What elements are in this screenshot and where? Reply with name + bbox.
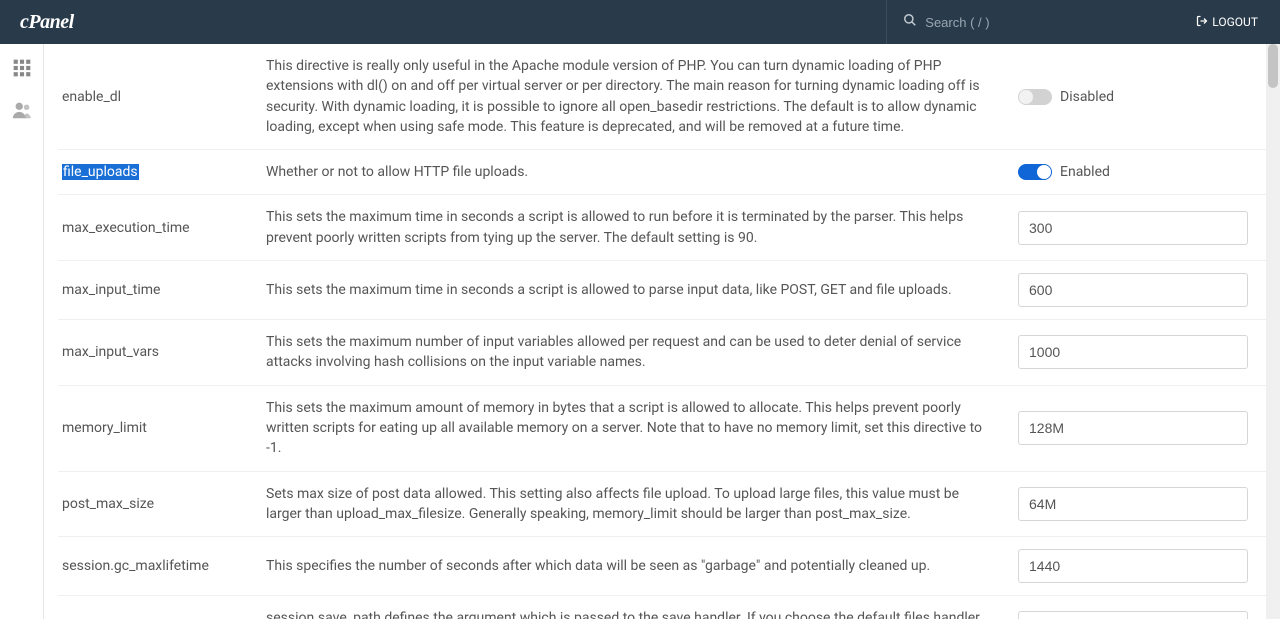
directive-description: Whether or not to allow HTTP file upload… — [266, 162, 1018, 182]
directive-key: memory_limit — [58, 420, 266, 436]
left-sidebar — [0, 44, 44, 619]
directive-row: max_execution_timeThis sets the maximum … — [58, 195, 1266, 261]
directive-input[interactable] — [1018, 211, 1248, 245]
directive-row: enable_dlThis directive is really only u… — [58, 44, 1266, 150]
directive-value — [1018, 549, 1266, 583]
directive-key: session.gc_maxlifetime — [58, 558, 266, 574]
toggle-state-label: Disabled — [1060, 89, 1114, 105]
directive-row: max_input_varsThis sets the maximum numb… — [58, 320, 1266, 386]
directive-value — [1018, 611, 1266, 619]
directive-description: This specifies the number of seconds aft… — [266, 556, 1018, 576]
directive-value — [1018, 411, 1266, 445]
directive-row: session.gc_maxlifetimeThis specifies the… — [58, 537, 1266, 596]
search-input[interactable] — [925, 15, 1170, 30]
directive-description: Sets max size of post data allowed. This… — [266, 484, 1018, 525]
directive-description: This sets the maximum number of input va… — [266, 332, 1018, 373]
directive-key: file_uploads — [58, 164, 266, 180]
directive-description: This sets the maximum time in seconds a … — [266, 280, 1018, 300]
directive-row: session.save_pathsession.save_path defin… — [58, 596, 1266, 619]
directive-row: memory_limitThis sets the maximum amount… — [58, 386, 1266, 472]
directive-row: max_input_timeThis sets the maximum time… — [58, 261, 1266, 320]
apps-grid-icon[interactable] — [10, 56, 34, 80]
directive-key: max_input_time — [58, 282, 266, 298]
directive-value: Enabled — [1018, 164, 1266, 180]
directive-input[interactable] — [1018, 335, 1248, 369]
directive-input[interactable] — [1018, 611, 1248, 619]
directive-input[interactable] — [1018, 411, 1248, 445]
directive-value — [1018, 273, 1266, 307]
directive-value — [1018, 487, 1266, 521]
global-search[interactable] — [886, 0, 1186, 44]
scrollbar-thumb[interactable] — [1268, 44, 1278, 88]
directive-key: enable_dl — [58, 89, 266, 105]
directive-description: This sets the maximum amount of memory i… — [266, 398, 1018, 459]
directive-value: Disabled — [1018, 89, 1266, 105]
directive-input[interactable] — [1018, 487, 1248, 521]
directive-input[interactable] — [1018, 273, 1248, 307]
toggle-switch[interactable] — [1018, 164, 1052, 180]
directive-description: session.save_path defines the argument w… — [266, 608, 1018, 619]
directive-value — [1018, 335, 1266, 369]
directive-row: post_max_sizeSets max size of post data … — [58, 472, 1266, 538]
toggle-switch[interactable] — [1018, 89, 1052, 105]
directive-input[interactable] — [1018, 549, 1248, 583]
logout-button[interactable]: LOGOUT — [1186, 0, 1268, 44]
directive-key: max_execution_time — [58, 220, 266, 236]
search-icon — [903, 13, 917, 31]
logout-icon — [1196, 15, 1208, 30]
logout-label: LOGOUT — [1212, 15, 1258, 29]
brand-logo[interactable]: cPanel — [20, 11, 74, 34]
users-icon[interactable] — [10, 98, 34, 122]
directive-value — [1018, 211, 1266, 245]
toggle-state-label: Enabled — [1060, 164, 1110, 180]
php-directives-list: enable_dlThis directive is really only u… — [44, 44, 1280, 619]
directive-description: This sets the maximum time in seconds a … — [266, 207, 1018, 248]
directive-row: file_uploadsWhether or not to allow HTTP… — [58, 150, 1266, 195]
directive-description: This directive is really only useful in … — [266, 56, 1018, 137]
scrollbar[interactable] — [1266, 44, 1280, 619]
top-bar: cPanel LOGOUT — [0, 0, 1280, 44]
directive-key: max_input_vars — [58, 344, 266, 360]
directive-key: post_max_size — [58, 496, 266, 512]
